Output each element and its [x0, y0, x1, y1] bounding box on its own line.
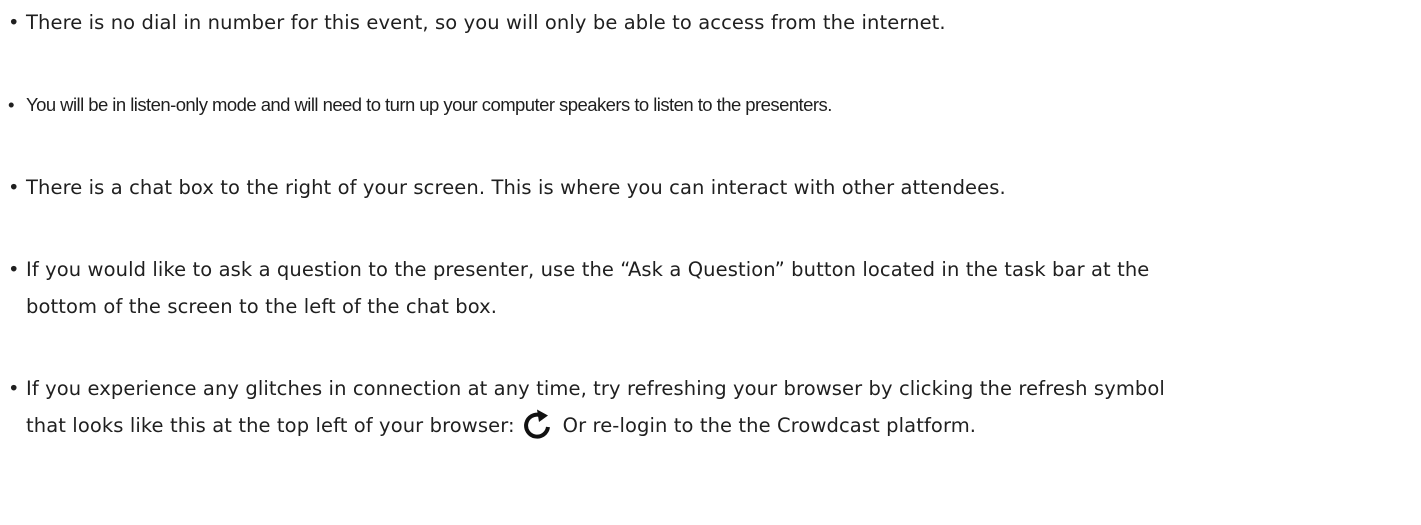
list-item-text-line1: If you experience any glitches in connec… — [26, 377, 1165, 400]
list-item-ask-question: • If you would like to ask a question to … — [8, 251, 1413, 325]
refresh-icon — [519, 409, 557, 439]
list-item-text: There is no dial in number for this even… — [26, 11, 946, 34]
list-item-dial-in: • There is no dial in number for this eve… — [8, 4, 1413, 41]
list-item-text-after-icon: Or re-login to the the Crowdcast platfor… — [562, 414, 977, 437]
list-item-text-before-icon: that looks like this at the top left of … — [26, 414, 515, 437]
bullet: • — [8, 258, 20, 281]
bullet: • — [8, 11, 20, 34]
list-item-text: You will be in listen-only mode and will… — [26, 94, 832, 115]
list-item-chat-box: • There is a chat box to the right of you… — [8, 169, 1413, 206]
list-item-listen-only: • You will be in listen-only mode and wil… — [8, 86, 1413, 123]
bullet: • — [8, 94, 14, 115]
list-item-text: There is a chat box to the right of your… — [26, 176, 1006, 199]
bullet: • — [8, 377, 20, 400]
bullet: • — [8, 176, 20, 199]
list-item-line2: that looks like this at the top left of … — [8, 407, 1413, 444]
list-item-text-line1: If you would like to ask a question to t… — [26, 258, 1150, 281]
list-item-refresh: • If you experience any glitches in conne… — [8, 370, 1413, 444]
list-item-text-line2: bottom of the screen to the left of the … — [26, 295, 498, 318]
